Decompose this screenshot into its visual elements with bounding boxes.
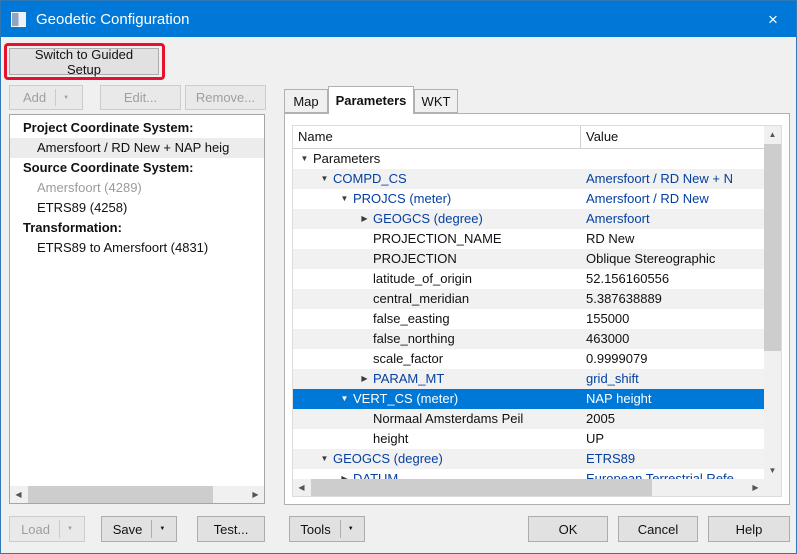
edit-button[interactable]: Edit... xyxy=(100,85,181,110)
tab-parameters[interactable]: Parameters xyxy=(328,86,414,114)
tree-row[interactable]: central_meridian 5.387638889 xyxy=(293,289,764,309)
ok-button[interactable]: OK xyxy=(528,516,608,542)
list-item[interactable]: Project Coordinate System: xyxy=(10,118,264,138)
tree-view: Name Value ▼ Parameters ▼ COMPD_CS Amers… xyxy=(293,126,764,479)
dropdown-arrow-icon: ▼ xyxy=(67,526,73,532)
tree-row[interactable]: PROJECTION_NAME RD New xyxy=(293,229,764,249)
tree-row[interactable]: ▼ GEOGCS (degree) ETRS89 xyxy=(293,449,764,469)
add-button[interactable]: Add ▼ xyxy=(9,85,83,110)
scroll-right-icon[interactable]: ▶ xyxy=(247,486,264,503)
list-item[interactable]: Amersfoort / RD New + NAP heig xyxy=(10,138,264,158)
list-item[interactable]: Transformation: xyxy=(10,218,264,238)
coordinate-system-list: Project Coordinate System:Amersfoort / R… xyxy=(9,114,265,504)
column-header-name[interactable]: Name xyxy=(293,126,581,148)
scrollbar-thumb[interactable] xyxy=(28,486,213,503)
expander-icon[interactable]: ▼ xyxy=(336,389,353,409)
scrollbar-thumb[interactable] xyxy=(764,144,781,351)
window-title: Geodetic Configuration xyxy=(36,11,189,28)
close-button[interactable]: × xyxy=(750,1,796,37)
column-header-value[interactable]: Value xyxy=(581,126,764,148)
tab-content-frame: Name Value ▼ Parameters ▼ COMPD_CS Amers… xyxy=(284,113,790,505)
scrollbar-thumb[interactable] xyxy=(311,479,652,496)
scrollbar-corner xyxy=(764,479,781,496)
expander-icon[interactable]: ▼ xyxy=(316,449,333,469)
expander-icon[interactable]: ▼ xyxy=(316,169,333,189)
parameters-tree: Name Value ▼ Parameters ▼ COMPD_CS Amers… xyxy=(292,125,782,497)
scroll-up-icon[interactable]: ▲ xyxy=(764,126,781,143)
tree-body: ▼ Parameters ▼ COMPD_CS Amersfoort / RD … xyxy=(293,149,764,479)
load-button[interactable]: Load ▼ xyxy=(9,516,85,542)
scroll-left-icon[interactable]: ◀ xyxy=(10,486,27,503)
expander-icon[interactable]: ▶ xyxy=(356,369,373,389)
expander-icon[interactable]: ▼ xyxy=(336,189,353,209)
tree-row[interactable]: height UP xyxy=(293,429,764,449)
save-button[interactable]: Save ▼ xyxy=(101,516,177,542)
cancel-button[interactable]: Cancel xyxy=(618,516,698,542)
list-item[interactable]: Source Coordinate System: xyxy=(10,158,264,178)
close-icon: × xyxy=(768,11,778,28)
tree-row[interactable]: scale_factor 0.9999079 xyxy=(293,349,764,369)
tree-row[interactable]: ▶ GEOGCS (degree) Amersfoort xyxy=(293,209,764,229)
expander-icon[interactable]: ▼ xyxy=(296,149,313,169)
tab-wkt[interactable]: WKT xyxy=(414,89,458,113)
list-horizontal-scrollbar[interactable]: ◀ ▶ xyxy=(10,486,264,503)
tree-row[interactable]: ▼ COMPD_CS Amersfoort / RD New + N xyxy=(293,169,764,189)
scroll-right-icon[interactable]: ▶ xyxy=(747,479,764,496)
dropdown-arrow-icon: ▼ xyxy=(63,95,69,101)
app-icon xyxy=(11,12,26,27)
tree-row[interactable]: Normaal Amsterdams Peil 2005 xyxy=(293,409,764,429)
tools-button[interactable]: Tools ▼ xyxy=(289,516,365,542)
titlebar: Geodetic Configuration × xyxy=(1,1,796,37)
tree-header: Name Value xyxy=(293,126,764,149)
tree-vertical-scrollbar[interactable]: ▲ ▼ xyxy=(764,126,781,479)
tree-row[interactable]: ▼ VERT_CS (meter) NAP height xyxy=(293,389,764,409)
tree-horizontal-scrollbar[interactable]: ◀ ▶ xyxy=(293,479,764,496)
tree-row[interactable]: ▼ PROJCS (meter) Amersfoort / RD New xyxy=(293,189,764,209)
tree-row[interactable]: ▶ PARAM_MT grid_shift xyxy=(293,369,764,389)
tree-row[interactable]: PROJECTION Oblique Stereographic xyxy=(293,249,764,269)
dropdown-arrow-icon: ▼ xyxy=(348,526,354,532)
tree-row[interactable]: ▼ Parameters xyxy=(293,149,764,169)
coordinate-system-items: Project Coordinate System:Amersfoort / R… xyxy=(10,118,264,258)
remove-button[interactable]: Remove... xyxy=(185,85,266,110)
list-item[interactable]: Amersfoort (4289) xyxy=(10,178,264,198)
expander-icon[interactable]: ▶ xyxy=(356,209,373,229)
dialog-window: Geodetic Configuration × Switch to Guide… xyxy=(0,0,797,554)
help-button[interactable]: Help xyxy=(708,516,790,542)
dropdown-arrow-icon: ▼ xyxy=(159,526,165,532)
tree-row[interactable]: ▶ DATUM European Terrestrial Refe xyxy=(293,469,764,479)
list-item[interactable]: ETRS89 (4258) xyxy=(10,198,264,218)
test-button[interactable]: Test... xyxy=(197,516,265,542)
tab-map[interactable]: Map xyxy=(284,89,328,113)
tree-row[interactable]: false_northing 463000 xyxy=(293,329,764,349)
list-item[interactable]: ETRS89 to Amersfoort (4831) xyxy=(10,238,264,258)
tree-row[interactable]: false_easting 155000 xyxy=(293,309,764,329)
scroll-left-icon[interactable]: ◀ xyxy=(293,479,310,496)
tree-row[interactable]: latitude_of_origin 52.156160556 xyxy=(293,269,764,289)
switch-guided-setup-button[interactable]: Switch to Guided Setup xyxy=(9,48,159,75)
scroll-down-icon[interactable]: ▼ xyxy=(764,462,781,479)
expander-icon[interactable]: ▶ xyxy=(336,469,353,479)
